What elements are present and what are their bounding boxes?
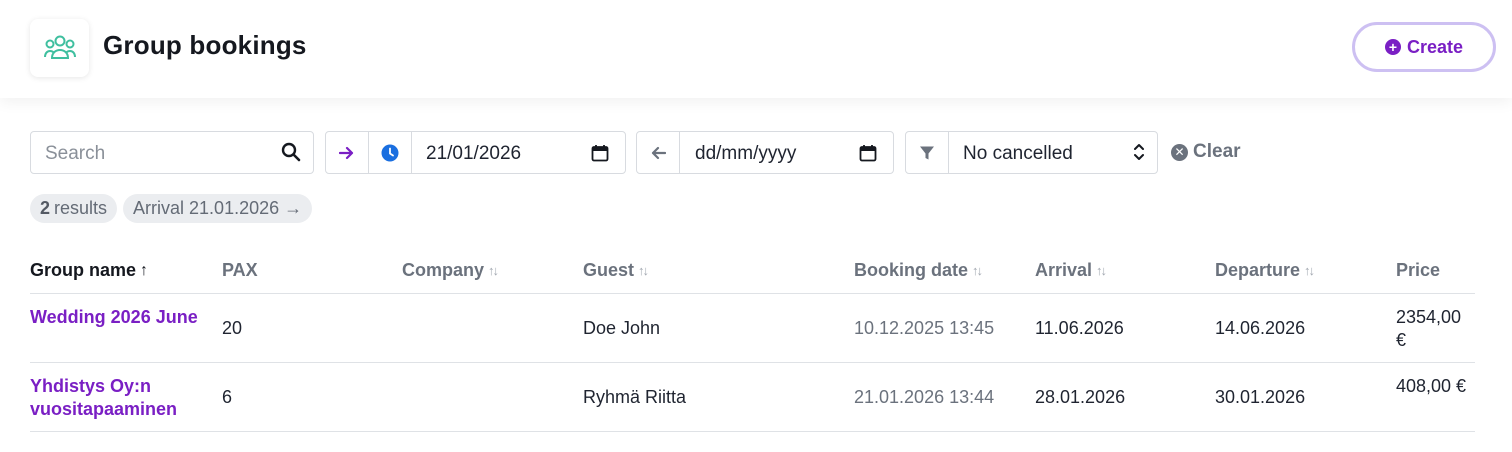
group-bookings-table: Group name ↑ PAX Company ↑↓ Guest ↑↓ Boo…	[30, 246, 1475, 432]
pax-cell: 6	[222, 387, 233, 407]
price-cell: 2354,00 €	[1396, 307, 1462, 350]
chevron-updown-icon	[1133, 142, 1145, 167]
sort-icon: ↑↓	[488, 263, 499, 278]
column-header-guest[interactable]: Guest ↑↓	[583, 260, 649, 281]
clock-button[interactable]	[369, 132, 412, 173]
arrow-left-icon	[651, 146, 666, 159]
arrival-date-input[interactable]: 21/01/2026	[426, 143, 521, 165]
column-header-company[interactable]: Company ↑↓	[402, 260, 499, 281]
status-select[interactable]: No cancelled	[905, 131, 1158, 174]
column-header-group-name[interactable]: Group name ↑	[30, 260, 148, 281]
create-button-label: Create	[1406, 36, 1464, 57]
column-label: PAX	[222, 260, 258, 280]
calendar-icon[interactable]	[859, 144, 877, 167]
column-label: Price	[1396, 260, 1441, 280]
column-label: Group name	[30, 260, 137, 280]
arrival-chip-label: Arrival 21.01.2026 →	[133, 198, 303, 218]
sort-icon: ↑↓	[638, 263, 649, 278]
search-icon[interactable]	[281, 142, 301, 167]
guest-cell: Doe John	[583, 318, 661, 338]
departure-date-input[interactable]: dd/mm/yyyy	[695, 143, 796, 165]
search-placeholder: Search	[45, 143, 106, 164]
filter-bar: Search 21/01/2026 dd/mm/yyyy No cancelle…	[0, 131, 1512, 174]
clock-icon	[381, 144, 399, 161]
group-name-link[interactable]: Wedding 2026 June	[30, 306, 200, 329]
active-filter-chips: 2 results Arrival 21.01.2026 →	[30, 194, 313, 223]
column-header-booking-date[interactable]: Booking date ↑↓	[854, 260, 983, 281]
results-label: results	[54, 198, 108, 218]
page-title: Group bookings	[103, 30, 307, 60]
sort-icon: ↑↓	[1304, 263, 1315, 278]
column-label: Company	[402, 260, 485, 280]
arrival-filter-chip[interactable]: Arrival 21.01.2026 →	[123, 194, 313, 223]
group-people-icon	[30, 19, 89, 77]
results-count: 2	[40, 198, 51, 218]
filter-funnel-icon	[920, 146, 934, 159]
filter-button	[906, 132, 949, 173]
sort-icon: ↑↓	[1096, 263, 1107, 278]
departure-date-filter: dd/mm/yyyy	[636, 131, 894, 174]
group-name-link[interactable]: Yhdistys Oy:n vuositapaaminen	[30, 375, 200, 421]
column-label: Departure	[1215, 260, 1301, 280]
column-label: Guest	[583, 260, 635, 280]
arrival-cell: 11.06.2026	[1035, 318, 1124, 338]
clear-label: Clear	[1193, 141, 1241, 162]
plus-circle-icon: +	[1384, 39, 1401, 55]
column-header-pax: PAX	[222, 260, 258, 281]
guest-cell: Ryhmä Riitta	[583, 387, 687, 407]
column-label: Booking date	[854, 260, 969, 280]
departure-cell: 30.01.2026	[1215, 387, 1306, 407]
table-header: Group name ↑ PAX Company ↑↓ Guest ↑↓ Boo…	[30, 246, 1475, 294]
price-cell: 408,00 €	[1396, 376, 1467, 396]
arrival-cell: 28.01.2026	[1035, 387, 1126, 407]
calendar-icon[interactable]	[591, 144, 609, 167]
booking-date-cell: 10.12.2025 13:45	[854, 318, 995, 338]
table-row[interactable]: Wedding 2026 June 20 Doe John 10.12.2025…	[30, 294, 1475, 363]
booking-date-cell: 21.01.2026 13:44	[854, 387, 995, 407]
arrival-direction-button[interactable]	[326, 132, 369, 173]
clear-filters-button[interactable]: ✕ Clear	[1171, 141, 1241, 163]
results-count-badge: 2 results	[30, 194, 118, 223]
arrow-right-icon	[339, 146, 354, 159]
column-header-departure[interactable]: Departure ↑↓	[1215, 260, 1315, 281]
column-label: Arrival	[1035, 260, 1093, 280]
search-input[interactable]: Search	[30, 131, 314, 174]
column-header-arrival[interactable]: Arrival ↑↓	[1035, 260, 1107, 281]
close-circle-icon: ✕	[1171, 143, 1188, 161]
sort-ascending-icon: ↑	[140, 261, 149, 279]
departure-cell: 14.06.2026	[1215, 318, 1306, 338]
arrival-date-filter: 21/01/2026	[325, 131, 626, 174]
sort-icon: ↑↓	[972, 263, 983, 278]
pax-cell: 20	[222, 318, 243, 338]
column-header-price: Price	[1396, 260, 1440, 281]
page-header: Group bookings + Create	[0, 0, 1512, 98]
table-row[interactable]: Yhdistys Oy:n vuositapaaminen 6 Ryhmä Ri…	[30, 363, 1475, 432]
status-select-value: No cancelled	[963, 143, 1073, 164]
departure-direction-button[interactable]	[637, 132, 680, 173]
create-button[interactable]: + Create	[1352, 22, 1496, 72]
